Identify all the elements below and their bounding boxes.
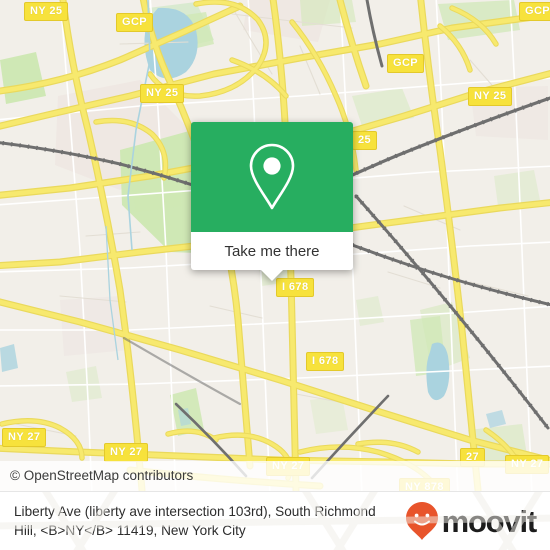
road-shield: 25 <box>352 131 378 150</box>
road-shield: GCP <box>116 13 154 32</box>
take-me-there-label: Take me there <box>224 242 320 260</box>
road-shield: NY 25 <box>468 87 513 106</box>
location-caption: Liberty Ave (liberty ave intersection 10… <box>14 504 376 538</box>
road-shield: NY 25 <box>24 2 69 21</box>
map-pin-icon <box>249 143 295 210</box>
take-me-there-button[interactable]: Take me there <box>191 232 353 281</box>
moovit-map-screenshot: .rd { fill:none; stroke:#f7e96e; stroke-… <box>0 0 550 550</box>
road-shield: I 678 <box>306 352 345 371</box>
popup-tail <box>261 270 283 281</box>
road-shield: GCP <box>387 54 425 73</box>
road-shield: NY 27 <box>104 443 149 462</box>
caption-bar: Liberty Ave (liberty ave intersection 10… <box>0 491 550 550</box>
road-shield: GCP <box>519 2 550 21</box>
road-shield: NY 25 <box>140 84 185 103</box>
location-popup[interactable]: Take me there <box>191 122 353 281</box>
road-shield: NY 27 <box>2 428 47 447</box>
popup-image-area <box>191 122 353 232</box>
moovit-wordmark: moovit <box>441 503 538 539</box>
moovit-logo[interactable]: moovit <box>405 501 550 541</box>
osm-attribution[interactable]: © OpenStreetMap contributors <box>0 461 550 491</box>
moovit-smiley-pin-icon <box>405 502 438 540</box>
